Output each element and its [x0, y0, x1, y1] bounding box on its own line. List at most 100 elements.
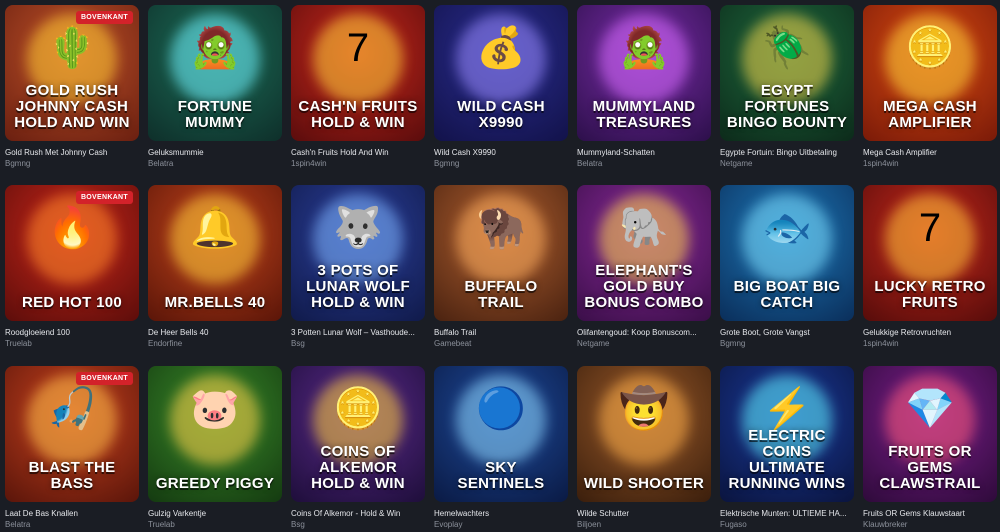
game-card[interactable]: 🦬 Buffalo Trail Buffalo Trail Gamebeat	[434, 185, 568, 349]
game-card[interactable]: 7 Cash'n Fruits Hold & Win Cash'n Fruits H…	[291, 5, 425, 169]
game-provider: Belatra	[148, 159, 174, 168]
game-provider: 1spin4win	[291, 159, 327, 168]
game-thumbnail[interactable]: 7 Lucky Retro Fruits	[863, 185, 997, 321]
game-provider: Truelab	[148, 520, 175, 529]
game-provider: Bgmng	[5, 159, 31, 168]
top-badge: BOVENKANT	[75, 372, 133, 385]
game-card[interactable]: 🔥 Red Hot 100 BOVENKANT Roodgloeiend 100 Tru…	[5, 185, 139, 349]
game-card[interactable]: 🎣 Blast the Bass BOVENKANT Laat De Bas Knal…	[5, 366, 139, 530]
game-thumbnail[interactable]: 💎 Fruits or Gems Clawstrail	[863, 366, 997, 502]
game-title[interactable]: Egypte Fortuin: Bingo Uitbetaling	[720, 147, 854, 158]
coin-icon: 💰	[476, 26, 526, 70]
elephant-icon: 🐘	[619, 206, 669, 250]
game-logo: Fortune Mummy	[177, 98, 253, 131]
game-thumbnail[interactable]: 🐷 Greedy Piggy	[148, 366, 282, 502]
game-title[interactable]: Mummyland-Schatten	[577, 147, 711, 158]
game-thumbnail[interactable]: 🐟 Big Boat Big Catch	[720, 185, 854, 321]
game-provider: Bsg	[291, 520, 305, 529]
game-thumbnail[interactable]: 🪲 Egypt Fortunes Bingo Bounty	[720, 5, 854, 141]
game-provider: Bgmng	[720, 339, 746, 348]
game-thumbnail[interactable]: 🧟 Mummyland Treasures	[577, 5, 711, 141]
game-card[interactable]: ⚡ Electric Coins Ultimate Running Wins Ele…	[720, 366, 854, 530]
game-logo: Gold Rush Johnny Cash Hold and Win	[14, 82, 130, 131]
game-card[interactable]: 7 Lucky Retro Fruits Gelukkige Retrovrucht…	[863, 185, 997, 349]
game-logo: Big Boat Big Catch	[733, 278, 841, 311]
game-thumbnail[interactable]: 🧟 Fortune Mummy	[148, 5, 282, 141]
game-card[interactable]: 🧟 Fortune Mummy Geluksmummie Belatra	[148, 5, 282, 169]
game-grid: 🌵 Gold Rush Johnny Cash Hold and Win BOVEN…	[0, 0, 1000, 532]
game-thumbnail[interactable]: 🤠 Wild Shooter	[577, 366, 711, 502]
mummy-icon: 🧟	[619, 26, 669, 70]
game-logo: Elephant's Gold Buy Bonus Combo	[584, 262, 704, 311]
game-card[interactable]: 🪙 Coins of Alkemor Hold & Win Coins Of Alk…	[291, 366, 425, 530]
fish-icon: 🐟	[762, 206, 812, 250]
game-title[interactable]: Gulzig Varkentje	[148, 508, 282, 519]
game-card[interactable]: 🐘 Elephant's Gold Buy Bonus Combo Olifante…	[577, 185, 711, 349]
game-thumbnail[interactable]: 🐺 3 Pots of Lunar Wolf Hold & Win	[291, 185, 425, 321]
game-logo: Mr.Bells 40	[164, 294, 266, 311]
game-title[interactable]: De Heer Bells 40	[148, 327, 282, 338]
game-card[interactable]: 🔔 Mr.Bells 40 De Heer Bells 40 Endorfine	[148, 185, 282, 349]
game-title[interactable]: Elektrische Munten: ULTIEME HA...	[720, 508, 854, 519]
game-provider: Belatra	[5, 520, 31, 529]
game-card[interactable]: 💎 Fruits or Gems Clawstrail Fruits OR Gems…	[863, 366, 997, 530]
game-provider: Biljoen	[577, 520, 602, 529]
lucky-seven-icon: 7	[346, 26, 370, 70]
game-card[interactable]: 🤠 Wild Shooter Wilde Schutter Biljoen	[577, 366, 711, 530]
game-thumbnail[interactable]: 🔵 Sky Sentinels	[434, 366, 568, 502]
game-card[interactable]: 🐟 Big Boat Big Catch Grote Boot, Grote Van…	[720, 185, 854, 349]
game-provider: Bsg	[291, 339, 305, 348]
cowboy-icon: 🤠	[619, 387, 669, 431]
game-title[interactable]: Hemelwachters	[434, 508, 568, 519]
game-title[interactable]: Olifantengoud: Koop Bonuscom...	[577, 327, 711, 338]
game-thumbnail[interactable]: 🔔 Mr.Bells 40	[148, 185, 282, 321]
game-thumbnail[interactable]: 7 Cash'n Fruits Hold & Win	[291, 5, 425, 141]
game-thumbnail[interactable]: 🦬 Buffalo Trail	[434, 185, 568, 321]
fisherman-icon: 🎣	[47, 387, 97, 431]
game-thumbnail[interactable]: 🐘 Elephant's Gold Buy Bonus Combo	[577, 185, 711, 321]
game-card[interactable]: 🔵 Sky Sentinels Hemelwachters Evoplay	[434, 366, 568, 530]
game-thumbnail[interactable]: 🌵 Gold Rush Johnny Cash Hold and Win BOVEN…	[5, 5, 139, 141]
game-card[interactable]: 🪙 Mega Cash Amplifier Mega Cash Amplifier 1…	[863, 5, 997, 169]
game-provider: 1spin4win	[863, 339, 899, 348]
game-provider: Evoplay	[434, 520, 463, 529]
game-title[interactable]: Geluksmummie	[148, 147, 282, 158]
game-title[interactable]: Mega Cash Amplifier	[863, 147, 997, 158]
game-thumbnail[interactable]: 🪙 Coins of Alkemor Hold & Win	[291, 366, 425, 502]
game-card[interactable]: 🧟 Mummyland Treasures Mummyland-Schatten Be…	[577, 5, 711, 169]
game-thumbnail[interactable]: 🎣 Blast the Bass BOVENKANT	[5, 366, 139, 502]
game-logo: Red Hot 100	[22, 294, 122, 311]
bell-icon: 🔔	[190, 206, 240, 250]
game-thumbnail[interactable]: 💰 Wild Cash X9990	[434, 5, 568, 141]
game-title[interactable]: Laat De Bas Knallen	[5, 508, 139, 519]
gem-icon: 💎	[905, 387, 955, 431]
wolf-icon: 🐺	[333, 206, 383, 250]
game-card[interactable]: 🐷 Greedy Piggy Gulzig Varkentje Truelab	[148, 366, 282, 530]
game-title[interactable]: Wild Cash X9990	[434, 147, 568, 158]
game-provider: Netgame	[577, 339, 610, 348]
game-title[interactable]: Gold Rush Met Johnny Cash	[5, 147, 139, 158]
game-thumbnail[interactable]: 🪙 Mega Cash Amplifier	[863, 5, 997, 141]
game-provider: 1spin4win	[863, 159, 899, 168]
game-thumbnail[interactable]: 🔥 Red Hot 100 BOVENKANT	[5, 185, 139, 321]
game-title[interactable]: Grote Boot, Grote Vangst	[720, 327, 854, 338]
game-title[interactable]: Gelukkige Retrovruchten	[863, 327, 997, 338]
game-title[interactable]: Cash'n Fruits Hold And Win	[291, 147, 425, 158]
game-title[interactable]: 3 Potten Lunar Wolf – Vasthoude...	[291, 327, 425, 338]
game-title[interactable]: Coins Of Alkemor - Hold & Win	[291, 508, 425, 519]
game-title[interactable]: Buffalo Trail	[434, 327, 568, 338]
game-logo: Mummyland Treasures	[592, 98, 696, 131]
coin-icon: 🪙	[333, 387, 383, 431]
game-card[interactable]: 🌵 Gold Rush Johnny Cash Hold and Win BOVEN…	[5, 5, 139, 169]
game-logo: Blast the Bass	[28, 459, 116, 492]
game-provider: Belatra	[577, 159, 603, 168]
game-title[interactable]: Wilde Schutter	[577, 508, 711, 519]
game-title[interactable]: Fruits OR Gems Klauwstaart	[863, 508, 997, 519]
game-logo: Mega Cash Amplifier	[883, 98, 977, 131]
game-card[interactable]: 🪲 Egypt Fortunes Bingo Bounty Egypte Fortu…	[720, 5, 854, 169]
pig-icon: 🐷	[190, 387, 240, 431]
game-card[interactable]: 💰 Wild Cash X9990 Wild Cash X9990 Bgmng	[434, 5, 568, 169]
game-title[interactable]: Roodgloeiend 100	[5, 327, 139, 338]
game-card[interactable]: 🐺 3 Pots of Lunar Wolf Hold & Win 3 Potten…	[291, 185, 425, 349]
game-thumbnail[interactable]: ⚡ Electric Coins Ultimate Running Wins	[720, 366, 854, 502]
